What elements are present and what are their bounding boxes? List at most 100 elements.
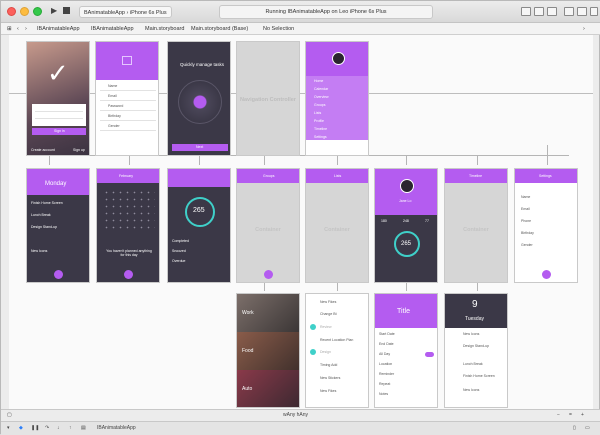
split-console-icon[interactable]: ▯ bbox=[573, 425, 576, 431]
stop-icon[interactable] bbox=[63, 7, 70, 14]
next-button[interactable]: Next bbox=[172, 144, 228, 151]
zoom-reset-icon[interactable]: = bbox=[569, 412, 572, 418]
sign-in-button[interactable]: Sign in bbox=[32, 128, 86, 135]
scene-groups[interactable]: Groups Container bbox=[236, 168, 300, 283]
minimize-window-button[interactable] bbox=[20, 7, 29, 16]
hide-debug-icon[interactable]: ▾ bbox=[7, 425, 10, 431]
task-row[interactable]: New Fikes bbox=[320, 300, 336, 304]
group-card-work[interactable]: Work bbox=[237, 294, 299, 332]
form-row[interactable]: All Day bbox=[379, 352, 390, 356]
settings-row[interactable]: Email bbox=[521, 207, 530, 211]
zoom-in-icon[interactable]: + bbox=[581, 412, 584, 418]
run-icon[interactable]: ▶ bbox=[51, 6, 57, 15]
add-group-button[interactable] bbox=[264, 270, 273, 279]
zoom-window-button[interactable] bbox=[33, 7, 42, 16]
menu-item-home[interactable]: Home bbox=[314, 79, 323, 83]
form-row[interactable]: End Date bbox=[379, 342, 394, 346]
task-item[interactable]: New Icons bbox=[31, 249, 47, 253]
forward-icon[interactable]: › bbox=[25, 24, 27, 34]
breadcrumb-group[interactable]: IBAnimatableApp bbox=[91, 24, 134, 34]
task-item[interactable]: Finish Home Screen bbox=[31, 201, 63, 205]
back-icon[interactable]: ‹ bbox=[17, 24, 19, 34]
calendar-grid[interactable] bbox=[103, 189, 155, 229]
task-row[interactable]: Review bbox=[320, 325, 331, 329]
birthday-field[interactable]: Birthday bbox=[108, 114, 121, 118]
scene-profile[interactable]: Jane Lo 180 248 77 265 bbox=[374, 168, 438, 283]
step-over-icon[interactable]: ↷ bbox=[45, 425, 49, 431]
form-row[interactable]: Start Date bbox=[379, 332, 395, 336]
add-event-button[interactable] bbox=[124, 270, 133, 279]
menu-item-lists[interactable]: Lists bbox=[314, 111, 321, 115]
event-row[interactable]: New Icons bbox=[463, 332, 479, 336]
view-hierarchy-icon[interactable]: ▤ bbox=[81, 425, 86, 431]
name-field[interactable]: Name bbox=[108, 84, 117, 88]
scene-menu[interactable]: Home Calendar Overview Groups Lists Prof… bbox=[305, 41, 369, 156]
task-row[interactable]: New Stickers bbox=[320, 376, 340, 380]
avatar[interactable] bbox=[332, 52, 345, 65]
group-card-food[interactable]: Food bbox=[237, 332, 299, 370]
scene-day-view[interactable]: 9 Tuesday New Icons Design Stand-up Lunc… bbox=[444, 293, 508, 408]
utilities-toggle-icon[interactable] bbox=[590, 7, 598, 16]
menu-item-overview[interactable]: Overview bbox=[314, 95, 329, 99]
assistant-editor-icon[interactable] bbox=[534, 7, 544, 16]
create-account-link[interactable]: Create account bbox=[31, 148, 55, 152]
scene-signup[interactable]: Name Email Password Birthday Gender bbox=[95, 41, 159, 156]
breakpoints-icon[interactable]: ◆ bbox=[19, 425, 23, 431]
scene-timeline[interactable]: Timeline Container bbox=[444, 168, 508, 283]
scene-group-cards[interactable]: Work Food Auto bbox=[236, 293, 300, 408]
add-task-button[interactable] bbox=[54, 270, 63, 279]
task-row[interactable]: Recent Location Plan bbox=[320, 338, 353, 342]
step-in-icon[interactable]: ↓ bbox=[57, 425, 60, 431]
gender-field[interactable]: Gender bbox=[108, 124, 120, 128]
storyboard-canvas[interactable]: ✓ Sign in Create account Sign up Name Em… bbox=[9, 35, 593, 409]
check-icon[interactable] bbox=[310, 324, 316, 330]
form-row[interactable]: Repeat bbox=[379, 382, 390, 386]
close-window-button[interactable] bbox=[7, 7, 16, 16]
form-row[interactable]: Reminder bbox=[379, 372, 394, 376]
menu-item-timeline[interactable]: Timeline bbox=[314, 127, 327, 131]
scene-onboarding[interactable]: ✓ Sign in Create account Sign up bbox=[26, 41, 90, 156]
event-row[interactable]: Design Stand-up bbox=[463, 344, 489, 348]
menu-item-groups[interactable]: Groups bbox=[314, 103, 325, 107]
sign-up-link[interactable]: Sign up bbox=[73, 148, 85, 152]
scene-navigation-controller[interactable]: Navigation Controller bbox=[236, 41, 300, 156]
scene-overview[interactable]: 265 Completed Snoozed Overdue bbox=[167, 168, 231, 283]
event-row[interactable]: Lunch Break bbox=[463, 362, 483, 366]
event-row[interactable]: Finish Home Screen bbox=[463, 374, 495, 378]
outline-toggle-icon[interactable]: ▢ bbox=[7, 412, 12, 418]
breadcrumb-selection[interactable]: No Selection bbox=[263, 24, 294, 34]
breadcrumb-project[interactable]: IBAnimatableApp bbox=[37, 24, 80, 34]
related-items-icon[interactable]: ⊞ bbox=[7, 24, 12, 34]
step-out-icon[interactable]: ↑ bbox=[69, 425, 72, 431]
navigator-toggle-icon[interactable] bbox=[564, 7, 574, 16]
scene-settings[interactable]: Settings Name Email Phone Birthday Gende… bbox=[514, 168, 578, 283]
scene-task-list[interactable]: New Fikes Change Bt Review Recent Locati… bbox=[305, 293, 369, 408]
menu-item-calendar[interactable]: Calendar bbox=[314, 87, 328, 91]
task-item[interactable]: Design Stand-up bbox=[31, 225, 57, 229]
menu-item-profile[interactable]: Profile bbox=[314, 119, 324, 123]
form-row[interactable]: Location bbox=[379, 362, 392, 366]
settings-row[interactable]: Gender bbox=[521, 243, 533, 247]
task-row[interactable]: Design bbox=[320, 350, 331, 354]
scene-tour[interactable]: Quickly manage tasks Next bbox=[167, 41, 231, 156]
item-title[interactable]: Title bbox=[397, 308, 410, 315]
size-class-label[interactable]: wAny hAny bbox=[283, 412, 308, 418]
check-icon[interactable] bbox=[310, 349, 316, 355]
scene-add-item[interactable]: Title Start Date End Date All Day Locati… bbox=[374, 293, 438, 408]
scene-lists[interactable]: Lists Container bbox=[305, 168, 369, 283]
breadcrumb-file[interactable]: Main.storyboard bbox=[145, 24, 184, 34]
event-row[interactable]: New Icons bbox=[463, 388, 479, 392]
email-field[interactable]: Email bbox=[108, 94, 117, 98]
standard-editor-icon[interactable] bbox=[521, 7, 531, 16]
pause-icon[interactable]: ❚❚ bbox=[31, 425, 39, 431]
task-row[interactable]: Timing Add bbox=[320, 363, 337, 367]
breadcrumb-storyboard-base[interactable]: Main.storyboard (Base) bbox=[191, 24, 248, 34]
debug-area-toggle-icon[interactable] bbox=[577, 7, 587, 16]
scheme-selector[interactable]: BAnimatableApp › iPhone 6s Plus bbox=[79, 6, 172, 18]
zoom-out-icon[interactable]: − bbox=[557, 412, 560, 418]
camera-icon[interactable] bbox=[122, 56, 132, 65]
task-row[interactable]: Change Bt bbox=[320, 312, 337, 316]
task-item[interactable]: Lunch Break bbox=[31, 213, 51, 217]
menu-item-settings[interactable]: Settings bbox=[314, 135, 327, 139]
settings-row[interactable]: Phone bbox=[521, 219, 531, 223]
